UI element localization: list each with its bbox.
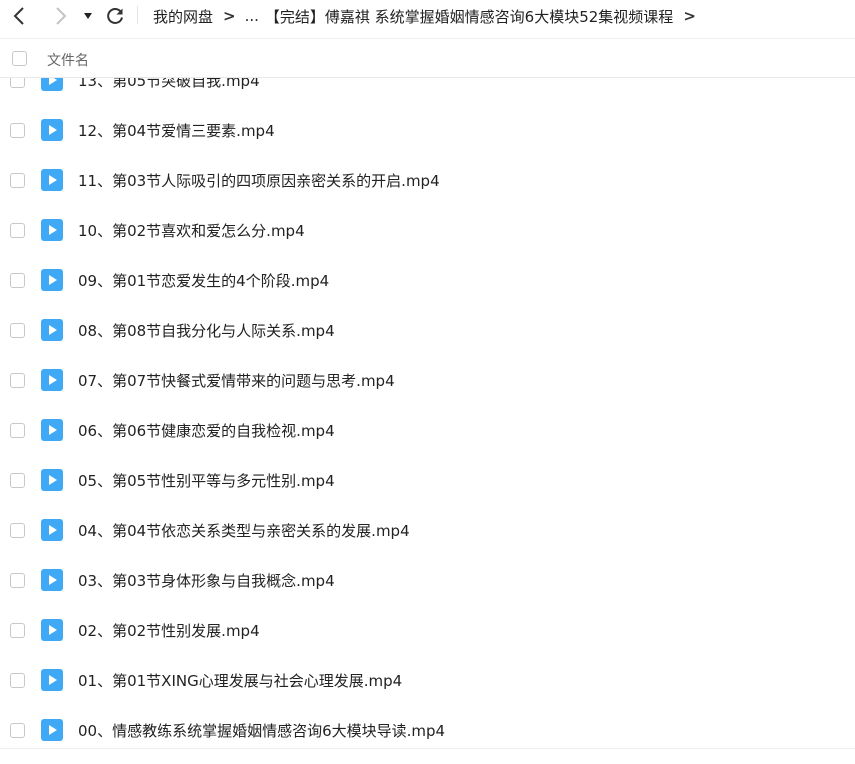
file-checkbox[interactable] (10, 78, 25, 88)
file-name[interactable]: 01、第01节XING心理发展与社会心理发展.mp4 (78, 670, 402, 691)
file-checkbox[interactable] (10, 623, 25, 638)
file-row[interactable]: 12、第04节爱情三要素.mp4 (0, 106, 855, 156)
history-dropdown-button[interactable] (80, 6, 96, 26)
list-header: 文件名 (0, 41, 855, 77)
file-checkbox[interactable] (10, 323, 25, 338)
video-file-icon (41, 219, 63, 241)
file-checkbox[interactable] (10, 373, 25, 388)
file-checkbox[interactable] (10, 173, 25, 188)
video-file-icon (41, 369, 63, 391)
file-name[interactable]: 04、第04节依恋关系类型与亲密关系的发展.mp4 (78, 520, 410, 541)
back-arrow-icon (13, 7, 24, 25)
video-file-icon (41, 269, 63, 291)
video-file-icon (41, 78, 63, 91)
select-all-checkbox[interactable] (12, 51, 27, 66)
file-name[interactable]: 09、第01节恋爱发生的4个阶段.mp4 (78, 270, 329, 291)
video-file-icon (41, 469, 63, 491)
forward-button[interactable] (48, 4, 72, 28)
file-row[interactable]: 01、第01节XING心理发展与社会心理发展.mp4 (0, 656, 855, 706)
file-name[interactable]: 12、第04节爱情三要素.mp4 (78, 120, 275, 141)
name-column-header[interactable]: 文件名 (47, 50, 89, 70)
file-checkbox[interactable] (10, 273, 25, 288)
file-list: 13、第05节突破自我.mp4 12、第04节爱情三要素.mp4 11、第03节… (0, 78, 855, 748)
toolbar-divider (0, 38, 855, 39)
file-name[interactable]: 06、第06节健康恋爱的自我检视.mp4 (78, 420, 335, 441)
video-file-icon (41, 169, 63, 191)
file-checkbox[interactable] (10, 573, 25, 588)
breadcrumb-next-icon[interactable]: > (673, 7, 705, 25)
breadcrumb: 我的网盘 > ... 【完结】傅嘉祺 系统掌握婚姻情感咨询6大模块52集视频课程… (153, 4, 705, 28)
file-checkbox[interactable] (10, 423, 25, 438)
file-checkbox[interactable] (10, 523, 25, 538)
navigation-bar: 我的网盘 > ... 【完结】傅嘉祺 系统掌握婚姻情感咨询6大模块52集视频课程… (0, 0, 855, 32)
video-file-icon (41, 569, 63, 591)
breadcrumb-root[interactable]: 我的网盘 (153, 6, 213, 27)
breadcrumb-current[interactable]: 【完结】傅嘉祺 系统掌握婚姻情感咨询6大模块52集视频课程 (265, 6, 673, 27)
list-bottom-divider (0, 748, 855, 749)
file-row[interactable]: 05、第05节性别平等与多元性别.mp4 (0, 456, 855, 506)
file-checkbox[interactable] (10, 723, 25, 738)
file-row[interactable]: 11、第03节人际吸引的四项原因亲密关系的开启.mp4 (0, 156, 855, 206)
file-name[interactable]: 10、第02节喜欢和爱怎么分.mp4 (78, 220, 305, 241)
file-row[interactable]: 09、第01节恋爱发生的4个阶段.mp4 (0, 256, 855, 306)
file-row[interactable]: 13、第05节突破自我.mp4 (0, 78, 855, 106)
file-row[interactable]: 10、第02节喜欢和爱怎么分.mp4 (0, 206, 855, 256)
file-checkbox[interactable] (10, 473, 25, 488)
file-row[interactable]: 03、第03节身体形象与自我概念.mp4 (0, 556, 855, 606)
file-row[interactable]: 00、情感教练系统掌握婚姻情感咨询6大模块导读.mp4 (0, 706, 855, 748)
file-name[interactable]: 11、第03节人际吸引的四项原因亲密关系的开启.mp4 (78, 170, 440, 191)
refresh-icon (107, 8, 123, 24)
file-row[interactable]: 08、第08节自我分化与人际关系.mp4 (0, 306, 855, 356)
video-file-icon (41, 319, 63, 341)
file-row[interactable]: 02、第02节性别发展.mp4 (0, 606, 855, 656)
file-name[interactable]: 00、情感教练系统掌握婚姻情感咨询6大模块导读.mp4 (78, 720, 445, 741)
nav-divider (137, 6, 138, 24)
file-name[interactable]: 03、第03节身体形象与自我概念.mp4 (78, 570, 335, 591)
file-row[interactable]: 07、第07节快餐式爱情带来的问题与思考.mp4 (0, 356, 855, 406)
header-divider (0, 77, 855, 78)
dropdown-triangle-icon (84, 13, 92, 19)
back-button[interactable] (8, 4, 32, 28)
video-file-icon (41, 719, 63, 741)
refresh-button[interactable] (103, 4, 127, 28)
file-name[interactable]: 05、第05节性别平等与多元性别.mp4 (78, 470, 335, 491)
video-file-icon (41, 619, 63, 641)
file-checkbox[interactable] (10, 673, 25, 688)
file-name[interactable]: 07、第07节快餐式爱情带来的问题与思考.mp4 (78, 370, 395, 391)
breadcrumb-ellipsis[interactable]: ... (245, 7, 265, 25)
file-row[interactable]: 04、第04节依恋关系类型与亲密关系的发展.mp4 (0, 506, 855, 556)
file-checkbox[interactable] (10, 223, 25, 238)
video-file-icon (41, 419, 63, 441)
file-row[interactable]: 06、第06节健康恋爱的自我检视.mp4 (0, 406, 855, 456)
file-name[interactable]: 02、第02节性别发展.mp4 (78, 620, 260, 641)
video-file-icon (41, 519, 63, 541)
forward-arrow-icon (56, 7, 67, 25)
video-file-icon (41, 119, 63, 141)
video-file-icon (41, 669, 63, 691)
file-name[interactable]: 08、第08节自我分化与人际关系.mp4 (78, 320, 335, 341)
file-checkbox[interactable] (10, 123, 25, 138)
file-name[interactable]: 13、第05节突破自我.mp4 (78, 78, 260, 91)
breadcrumb-separator-icon: > (223, 7, 236, 25)
